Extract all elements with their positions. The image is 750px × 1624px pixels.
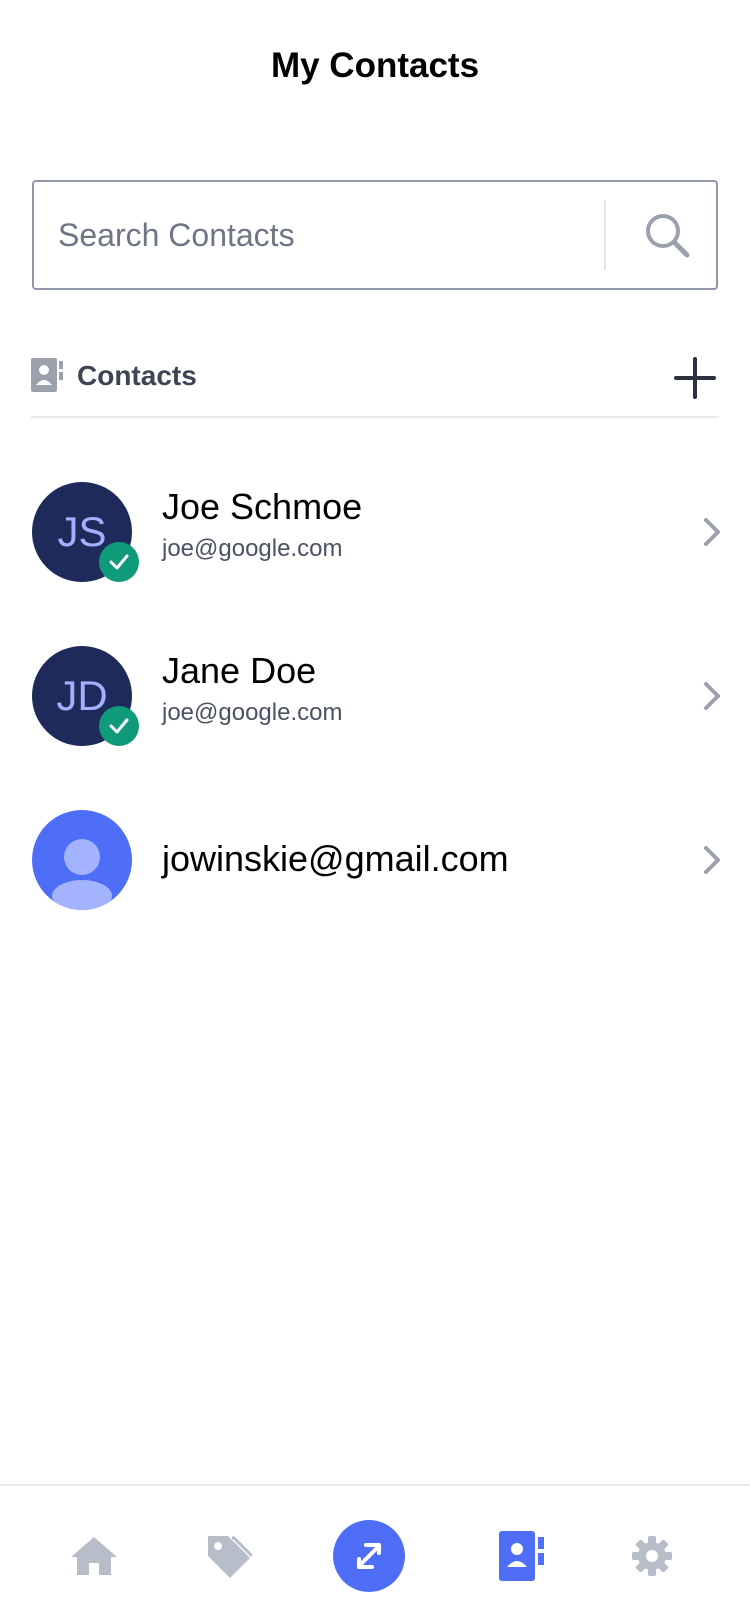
contact-name: jowinskie@gmail.com bbox=[162, 838, 509, 879]
check-icon bbox=[109, 718, 129, 734]
chevron-right-icon bbox=[704, 518, 720, 546]
avatar bbox=[32, 810, 132, 910]
contact-email: joe@google.com bbox=[162, 699, 343, 726]
plus-icon bbox=[674, 357, 716, 399]
contacts-section-header: Contacts bbox=[31, 350, 719, 418]
contact-email: joe@google.com bbox=[162, 535, 343, 562]
check-icon bbox=[109, 554, 129, 570]
contact-row[interactable]: jowinskie@gmail.com bbox=[32, 810, 722, 920]
search-button[interactable] bbox=[616, 182, 718, 288]
contact-name: Joe Schmoe bbox=[162, 486, 363, 527]
tab-settings[interactable] bbox=[620, 1486, 684, 1624]
tag-icon bbox=[208, 1536, 252, 1578]
contact-book-icon bbox=[499, 1531, 544, 1581]
avatar-initials: JS bbox=[57, 508, 107, 555]
search-input[interactable] bbox=[58, 202, 598, 268]
search-icon bbox=[646, 214, 690, 258]
verified-badge bbox=[99, 542, 139, 582]
person-placeholder-icon bbox=[52, 839, 112, 910]
contact-row[interactable]: JD Jane Doe joe@google.com bbox=[32, 646, 722, 756]
chevron-right-icon bbox=[704, 682, 720, 710]
verified-badge bbox=[99, 706, 139, 746]
contact-book-icon bbox=[31, 358, 63, 392]
contact-name: Jane Doe bbox=[162, 650, 317, 691]
page-title: My Contacts bbox=[270, 46, 480, 85]
contact-row[interactable]: JS Joe Schmoe joe@google.com bbox=[32, 482, 722, 592]
tab-contacts[interactable] bbox=[490, 1486, 554, 1624]
tab-tags[interactable] bbox=[196, 1486, 260, 1624]
tab-home[interactable] bbox=[62, 1486, 126, 1624]
transfer-icon bbox=[357, 1543, 381, 1569]
search-divider bbox=[604, 200, 606, 270]
search-box bbox=[32, 180, 718, 290]
gear-icon bbox=[632, 1536, 672, 1576]
add-contact-button[interactable] bbox=[671, 354, 719, 402]
home-icon bbox=[71, 1537, 117, 1575]
avatar-initials: JD bbox=[56, 672, 108, 719]
bottom-tab-bar bbox=[0, 1484, 750, 1624]
section-title: Contacts bbox=[77, 360, 197, 391]
chevron-right-icon bbox=[704, 846, 720, 874]
tab-transfer[interactable] bbox=[333, 1520, 405, 1592]
